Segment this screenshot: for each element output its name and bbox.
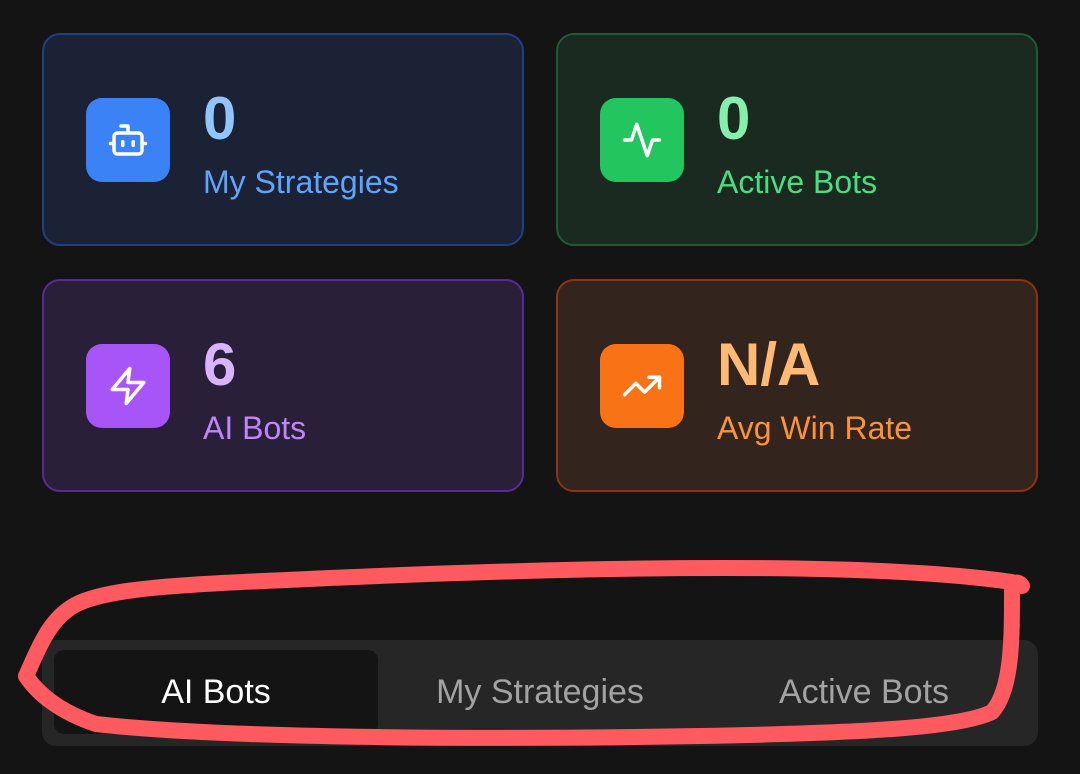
stat-value: 0 xyxy=(717,85,751,152)
tab-my-strategies[interactable]: My Strategies xyxy=(378,650,702,734)
lightning-icon xyxy=(86,344,170,428)
tab-active-bots[interactable]: Active Bots xyxy=(702,650,1026,734)
activity-icon xyxy=(600,98,684,182)
stat-label: Avg Win Rate xyxy=(717,410,913,446)
stat-card-ai-bots: 6 AI Bots xyxy=(42,279,524,492)
stat-label: Active Bots xyxy=(717,164,878,200)
stat-value: 6 xyxy=(203,331,237,398)
stat-label: My Strategies xyxy=(203,164,399,200)
robot-icon xyxy=(86,98,170,182)
stat-label: AI Bots xyxy=(203,410,307,446)
stat-card-my-strategies: 0 My Strategies xyxy=(42,33,524,246)
tab-ai-bots[interactable]: AI Bots xyxy=(54,650,378,734)
stat-value: N/A xyxy=(717,331,821,398)
stat-card-avg-win-rate: N/A Avg Win Rate xyxy=(556,279,1038,492)
tab-bar: AI Bots My Strategies Active Bots xyxy=(42,640,1038,746)
stat-value: 0 xyxy=(203,85,237,152)
stat-card-active-bots: 0 Active Bots xyxy=(556,33,1038,246)
trending-up-icon xyxy=(600,344,684,428)
